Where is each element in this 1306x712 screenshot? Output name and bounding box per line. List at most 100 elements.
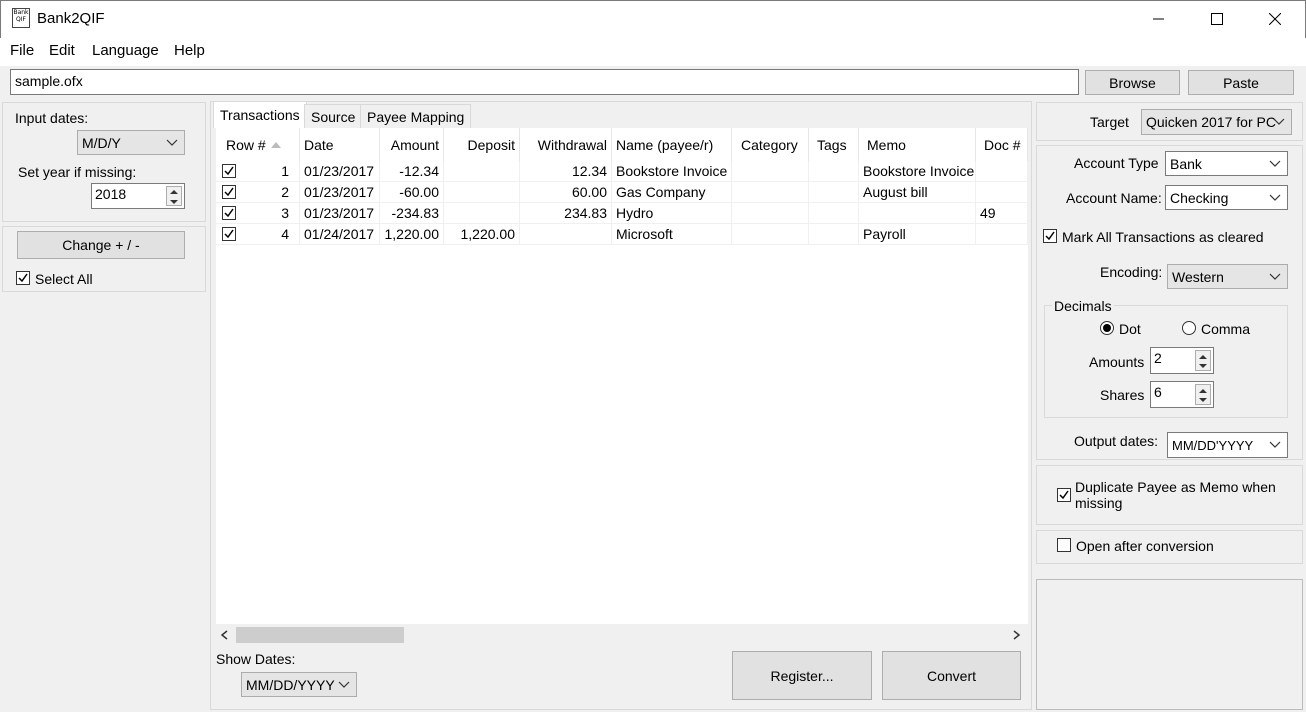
cell-memo[interactable]: Payroll (859, 224, 976, 245)
change-sign-button[interactable]: Change + / - (17, 231, 185, 259)
menu-language[interactable]: Language (92, 42, 159, 59)
maximize-button[interactable] (1188, 0, 1246, 38)
mark-cleared-checkbox[interactable] (1043, 229, 1057, 243)
column-header-tags[interactable]: Tags (809, 128, 859, 162)
cell-name[interactable]: Gas Company (612, 182, 732, 203)
cell-deposit[interactable]: 1,220.00 (444, 224, 520, 245)
cell-name[interactable]: Bookstore Invoice (612, 161, 732, 182)
row-checkbox[interactable] (222, 227, 236, 241)
paste-button[interactable]: Paste (1188, 70, 1294, 95)
row-select-cell[interactable]: 3 (216, 203, 300, 224)
cell-tags[interactable] (809, 224, 859, 245)
account-name-label: Account Name: (1066, 190, 1162, 206)
file-path-input[interactable]: sample.ofx (10, 69, 1079, 95)
cell-amount[interactable]: -12.34 (380, 161, 444, 182)
column-header-row[interactable]: Row # (216, 128, 300, 162)
spinner-buttons[interactable] (166, 186, 182, 206)
open-after-checkbox[interactable] (1057, 538, 1071, 552)
tab-source[interactable]: Source (304, 104, 363, 128)
cell-withdrawal[interactable]: 60.00 (520, 182, 612, 203)
minimize-button[interactable] (1130, 0, 1188, 38)
shares-stepper[interactable]: 6 (1150, 381, 1214, 408)
cell-memo[interactable] (859, 203, 976, 224)
cell-tags[interactable] (809, 203, 859, 224)
row-checkbox[interactable] (222, 206, 236, 220)
comma-radio[interactable] (1182, 321, 1196, 335)
column-header-label: Memo (867, 137, 906, 153)
row-checkbox[interactable] (222, 185, 236, 199)
browse-button[interactable]: Browse (1085, 70, 1180, 95)
year-stepper[interactable]: 2018 (91, 183, 185, 209)
cell-amount[interactable]: -234.83 (380, 203, 444, 224)
scrollbar-thumb[interactable] (236, 627, 404, 643)
register-button[interactable]: Register... (732, 651, 872, 700)
cell-category[interactable] (732, 161, 809, 182)
cell-category[interactable] (732, 182, 809, 203)
cell-doc[interactable] (976, 182, 1028, 203)
scroll-right-icon[interactable] (1013, 630, 1021, 640)
column-header-name[interactable]: Name (payee/r) (612, 128, 732, 162)
title-bar (0, 0, 1306, 38)
tab-payee-mapping[interactable]: Payee Mapping (360, 104, 472, 128)
amounts-stepper[interactable]: 2 (1150, 347, 1214, 374)
cell-date[interactable]: 01/24/2017 (300, 224, 380, 245)
cell-doc[interactable] (976, 161, 1028, 182)
open-after-label: Open after conversion (1076, 538, 1214, 554)
horizontal-scrollbar[interactable] (216, 625, 1028, 645)
column-header-deposit[interactable]: Deposit (444, 128, 520, 162)
scroll-left-icon[interactable] (220, 630, 228, 640)
row-select-cell[interactable]: 4 (216, 224, 300, 245)
target-select[interactable]: Quicken 2017 for PC (1141, 109, 1292, 135)
cell-doc[interactable] (976, 224, 1028, 245)
account-type-select[interactable]: Bank (1165, 151, 1288, 176)
column-header-category[interactable]: Category (732, 128, 809, 162)
input-dates-select[interactable]: M/D/Y (77, 130, 185, 155)
cell-date[interactable]: 01/23/2017 (300, 203, 380, 224)
cell-deposit[interactable] (444, 182, 520, 203)
menu-file[interactable]: File (10, 42, 34, 59)
output-dates-select[interactable]: MM/DD'YYYY (1167, 432, 1288, 458)
convert-button[interactable]: Convert (882, 651, 1021, 700)
column-header-doc[interactable]: Doc # (976, 128, 1028, 162)
dot-radio[interactable] (1100, 321, 1114, 335)
cell-deposit[interactable] (444, 203, 520, 224)
output-dates-value: MM/DD'YYYY (1172, 437, 1254, 453)
encoding-select[interactable]: Western (1167, 264, 1288, 289)
cell-deposit[interactable] (444, 161, 520, 182)
cell-tags[interactable] (809, 161, 859, 182)
cell-date[interactable]: 01/23/2017 (300, 182, 380, 203)
cell-doc[interactable]: 49 (976, 203, 1028, 224)
cell-memo[interactable]: Bookstore Invoice (859, 161, 976, 182)
cell-category[interactable] (732, 203, 809, 224)
cell-name[interactable]: Hydro (612, 203, 732, 224)
spinner-buttons[interactable] (1195, 384, 1211, 405)
tab-transactions[interactable]: Transactions (213, 101, 307, 128)
spinner-buttons[interactable] (1195, 350, 1211, 371)
cell-date[interactable]: 01/23/2017 (300, 161, 380, 182)
cell-tags[interactable] (809, 182, 859, 203)
cell-withdrawal[interactable]: 12.34 (520, 161, 612, 182)
account-name-select[interactable]: Checking (1165, 185, 1288, 210)
cell-withdrawal[interactable]: 234.83 (520, 203, 612, 224)
cell-category[interactable] (732, 224, 809, 245)
cell-memo[interactable]: August bill (859, 182, 976, 203)
menu-edit[interactable]: Edit (49, 42, 75, 59)
cell-amount[interactable]: -60.00 (380, 182, 444, 203)
row-select-cell[interactable]: 2 (216, 182, 300, 203)
cell-name[interactable]: Microsoft (612, 224, 732, 245)
column-header-amount[interactable]: Amount (380, 128, 444, 162)
menu-help[interactable]: Help (174, 42, 205, 59)
cell-amount[interactable]: 1,220.00 (380, 224, 444, 245)
duplicate-payee-checkbox[interactable] (1057, 488, 1071, 502)
row-checkbox[interactable] (222, 164, 236, 178)
show-dates-select[interactable]: MM/DD/YYYY (241, 672, 357, 697)
cell-withdrawal[interactable] (520, 224, 612, 245)
select-all-label: Select All (35, 271, 93, 287)
select-all-checkbox[interactable] (16, 271, 30, 285)
row-select-cell[interactable]: 1 (216, 161, 300, 182)
column-header-date[interactable]: Date (300, 128, 380, 162)
column-header-withdrawal[interactable]: Withdrawal (520, 128, 612, 162)
app-icon: Bank QIF (12, 8, 30, 28)
close-button[interactable] (1246, 0, 1304, 38)
column-header-memo[interactable]: Memo (859, 128, 976, 162)
